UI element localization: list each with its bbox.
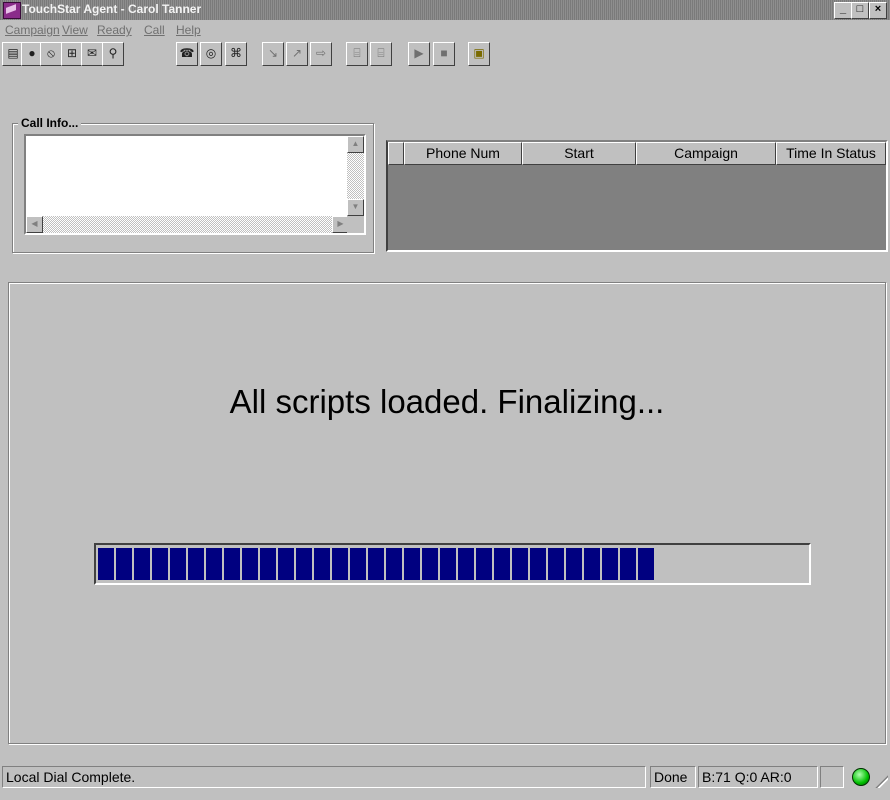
call-list-header: Phone Num Start Campaign Time In Status	[388, 142, 886, 165]
scroll-down-icon[interactable]: ▼	[347, 199, 364, 216]
transfer-icon[interactable]: ↘	[262, 42, 284, 66]
status-state: Done	[650, 766, 696, 788]
menu-bar: Campaign View Ready Call Help	[0, 20, 890, 40]
hangup-icon[interactable]: ⌘	[225, 42, 247, 66]
column-header-phone-num[interactable]: Phone Num	[404, 142, 522, 165]
call-info-vertical-scrollbar[interactable]: ▲ ▼	[347, 136, 364, 216]
scroll-up-icon[interactable]: ▲	[347, 136, 364, 153]
minimize-button[interactable]: _	[834, 2, 852, 19]
call-info-label: Call Info...	[18, 116, 82, 130]
scroll-corner	[347, 216, 364, 233]
call-list[interactable]: Phone Num Start Campaign Time In Status	[386, 140, 888, 252]
column-header-start[interactable]: Start	[522, 142, 636, 165]
scroll-left-icon[interactable]: ◀	[26, 216, 43, 233]
call-info-horizontal-scrollbar[interactable]: ◀ ▶	[26, 216, 349, 233]
release-icon[interactable]: ⌸	[370, 42, 392, 66]
schedule-icon[interactable]: ⚲	[102, 42, 124, 66]
column-header-campaign[interactable]: Campaign	[636, 142, 776, 165]
script-panel	[8, 282, 886, 744]
toolbar: ▤ ● ⦸ ⊞ ✉ ⚲ ☎ ◎ ⌘ ↘ ↗ ⇨ ⌸ ⌸ ▶ ■ ▣	[0, 42, 890, 70]
play-icon[interactable]: ▶	[408, 42, 430, 66]
call-info-textbox[interactable]: ▲ ▼ ◀ ▶	[24, 134, 366, 235]
connection-status-icon	[852, 768, 870, 786]
progress-fill	[98, 548, 654, 580]
status-counts: B:71 Q:0 AR:0	[698, 766, 818, 788]
phone-icon[interactable]: ☎	[176, 42, 198, 66]
column-header-time-in-status[interactable]: Time In Status	[776, 142, 886, 165]
menu-campaign[interactable]: Campaign	[5, 23, 60, 37]
stop-icon[interactable]: ■	[433, 42, 455, 66]
forward-icon[interactable]: ⇨	[310, 42, 332, 66]
loading-progress-bar	[94, 543, 811, 585]
maximize-button[interactable]: □	[851, 2, 869, 19]
disk-icon[interactable]: ▣	[468, 42, 490, 66]
resize-grip-icon[interactable]	[874, 774, 888, 788]
menu-ready[interactable]: Ready	[97, 23, 132, 37]
menu-view[interactable]: View	[62, 23, 88, 37]
app-icon[interactable]	[3, 2, 21, 19]
dial-icon[interactable]: ◎	[200, 42, 222, 66]
directory-icon[interactable]: ⊞	[61, 42, 83, 66]
title-bar[interactable]: TouchStar Agent - Carol Tanner _ □ ×	[0, 0, 890, 20]
status-bar: Local Dial Complete. Done B:71 Q:0 AR:0	[0, 766, 890, 800]
loading-message: All scripts loaded. Finalizing...	[229, 383, 665, 420]
conference-icon[interactable]: ↗	[286, 42, 308, 66]
menu-call[interactable]: Call	[144, 23, 165, 37]
close-button[interactable]: ×	[869, 2, 887, 19]
window-title: TouchStar Agent - Carol Tanner	[22, 2, 202, 16]
mail-icon[interactable]: ✉	[81, 42, 103, 66]
no-icon[interactable]: ⦸	[40, 42, 62, 66]
status-empty-pane	[820, 766, 844, 788]
menu-help[interactable]: Help	[176, 23, 201, 37]
hold-icon[interactable]: ⌸	[346, 42, 368, 66]
status-message: Local Dial Complete.	[2, 766, 646, 788]
column-header-select[interactable]	[388, 142, 404, 165]
